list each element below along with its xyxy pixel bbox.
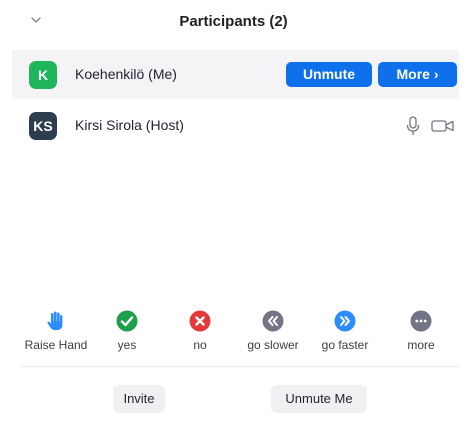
x-icon	[189, 310, 211, 332]
check-icon	[116, 310, 138, 332]
yes-button[interactable]: yes	[87, 310, 167, 352]
more-reactions-button[interactable]: more	[381, 310, 461, 352]
microphone-icon	[406, 116, 420, 136]
go-slower-button[interactable]: go slower	[233, 310, 313, 352]
more-button[interactable]: More ›	[378, 62, 457, 87]
video-camera-icon	[431, 119, 455, 133]
participant-name: Kirsi Sirola (Host)	[75, 117, 184, 133]
reaction-label: no	[193, 338, 207, 352]
go-faster-button[interactable]: go faster	[305, 310, 385, 352]
divider	[20, 366, 460, 367]
raise-hand-icon	[45, 310, 67, 332]
no-button[interactable]: no	[160, 310, 240, 352]
ellipsis-icon	[410, 310, 432, 332]
reaction-label: yes	[117, 338, 137, 352]
avatar: K	[29, 61, 57, 89]
unmute-button[interactable]: Unmute	[286, 62, 372, 87]
fast-forward-icon	[334, 310, 356, 332]
reaction-label: more	[407, 338, 435, 352]
rewind-icon	[262, 310, 284, 332]
nonverbal-feedback-bar: Raise Hand yes no go slower go faster mo…	[0, 310, 467, 360]
participants-header: Participants (2)	[0, 0, 467, 42]
raise-hand-button[interactable]: Raise Hand	[16, 310, 96, 352]
unmute-me-button[interactable]: Unmute Me	[271, 385, 367, 413]
reaction-label: go faster	[321, 338, 369, 352]
reaction-label: go slower	[247, 338, 299, 352]
avatar: KS	[29, 112, 57, 140]
reaction-label: Raise Hand	[24, 338, 88, 352]
participant-name: Koehenkilö (Me)	[75, 66, 177, 82]
panel-title: Participants (2)	[179, 13, 288, 30]
participant-row-host[interactable]: KS Kirsi Sirola (Host)	[12, 101, 459, 150]
invite-button[interactable]: Invite	[113, 385, 165, 413]
participant-row-me[interactable]: K Koehenkilö (Me) Unmute More ›	[12, 50, 459, 99]
